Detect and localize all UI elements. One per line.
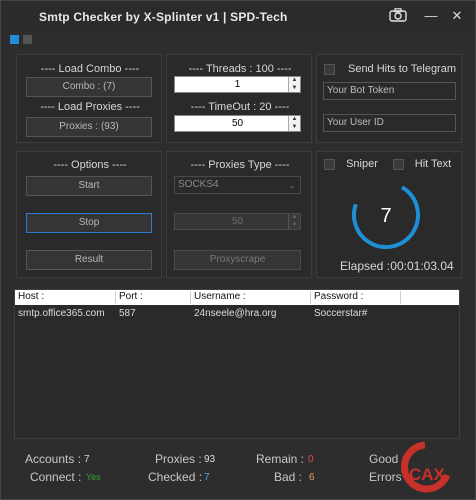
watermark-logo: CAX [401,441,451,493]
proxy-type-select[interactable]: SOCKS4 ⌄ [174,176,301,194]
threads-label: ---- Threads : 100 ---- [188,63,292,75]
column-header-username[interactable]: Username : [191,291,311,304]
threads-panel: ---- Threads : 100 ---- 1 ▲ ▼ ---- TimeOu… [166,54,312,143]
proxies-type-panel: ---- Proxies Type ---- SOCKS4 ⌄ 50 ▲ ▼ Pr… [166,151,312,278]
telegram-checkbox[interactable] [324,64,335,75]
spin-down-icon[interactable]: ▼ [289,124,300,132]
user-id-field[interactable]: Your User ID [323,114,456,132]
checked-value: 7 [204,472,210,483]
close-button[interactable]: ✕ [447,6,467,26]
timeout-label: ---- TimeOut : 20 ---- [190,101,290,113]
progress-gauge: 7 [352,181,420,249]
load-proxies-label: ---- Load Proxies ---- [40,101,140,113]
results-table[interactable]: Host : Port : Username : Password : smtp… [14,289,460,439]
chevron-down-icon: ⌄ [288,180,296,190]
spin-up-icon[interactable]: ▲ [289,116,300,124]
remain-value: 0 [308,454,314,465]
bad-value: 6 [309,472,315,483]
proxyscrape-button[interactable]: Proxyscrape [174,250,301,270]
options-label: ---- Options ---- [53,159,127,171]
remain-label: Remain : [256,452,305,466]
proxy-type-value: SOCKS4 [178,179,219,190]
load-panel: ---- Load Combo ---- Combo : (7) ---- Lo… [16,54,162,143]
stop-button[interactable]: Stop [26,213,152,233]
options-panel: ---- Options ---- Start Stop Result [16,151,162,278]
load-combo-label: ---- Load Combo ---- [40,63,140,75]
cell-password: Soccerstar# [314,308,368,319]
bad-label: Bad : [274,470,303,484]
theme-gray-square[interactable] [23,35,32,44]
threads-value: 1 [234,79,241,90]
proxies-stat-value: 93 [204,454,216,465]
spin-up-icon: ▲ [291,214,298,220]
table-header: Host : Port : Username : Password : [15,290,459,305]
proxies-button[interactable]: Proxies : (93) [26,117,152,137]
proxy-value-input: 50 ▲ ▼ [174,213,301,230]
cell-host: smtp.office365.com [18,308,105,319]
theme-blue-square[interactable] [10,35,19,44]
start-button[interactable]: Start [26,176,152,196]
hit-text-label: Hit Text [414,158,452,170]
spin-down-icon: ▼ [291,221,298,228]
connect-label: Connect : [30,470,82,484]
elapsed-label: Elapsed : [339,259,391,273]
sniper-checkbox[interactable] [324,159,335,170]
sniper-panel: Sniper Hit Text 7 Elapsed : 00:01:03.04 [316,151,462,278]
telegram-label: Send Hits to Telegram [347,63,457,75]
camera-icon[interactable] [389,8,407,22]
proxy-input-value: 50 [231,216,244,227]
result-button[interactable]: Result [26,250,152,270]
svg-text:CAX: CAX [409,465,446,484]
proxies-stat-label: Proxies : [155,452,202,466]
connect-value: Yes [86,472,101,482]
spin-down-icon[interactable]: ▼ [289,85,300,93]
telegram-panel: Send Hits to Telegram Your Bot Token You… [316,54,462,143]
combo-button[interactable]: Combo : (7) [26,77,152,97]
accounts-label: Accounts : [25,452,82,466]
cell-username: 24nseele@hra.org [194,308,277,319]
column-header-password[interactable]: Password : [311,291,401,304]
hit-text-checkbox[interactable] [393,159,404,170]
column-header-host[interactable]: Host : [15,291,116,304]
checked-label: Checked : [148,470,203,484]
accounts-value: 7 [84,454,90,465]
column-header-port[interactable]: Port : [116,291,191,304]
app-window: Smtp Checker by X-Splinter v1 | SPD-Tech… [0,0,476,500]
timeout-value: 50 [231,118,244,129]
minimize-button[interactable]: — [421,6,441,26]
timeout-spinner[interactable]: ▲ ▼ [288,116,300,131]
threads-input[interactable]: 1 ▲ ▼ [174,76,301,93]
proxies-type-label: ---- Proxies Type ---- [190,159,290,171]
spin-up-icon[interactable]: ▲ [289,77,300,85]
gauge-value: 7 [380,205,391,227]
timeout-input[interactable]: 50 ▲ ▼ [174,115,301,132]
cell-port: 587 [119,308,136,319]
title-bar: Smtp Checker by X-Splinter v1 | SPD-Tech… [1,1,475,31]
sniper-label: Sniper [346,158,378,170]
elapsed-value: 00:01:03.04 [390,259,454,273]
proxy-spinner: ▲ ▼ [288,214,300,229]
bot-token-field[interactable]: Your Bot Token [323,82,456,100]
window-title: Smtp Checker by X-Splinter v1 | SPD-Tech [39,10,288,24]
threads-spinner[interactable]: ▲ ▼ [288,77,300,92]
